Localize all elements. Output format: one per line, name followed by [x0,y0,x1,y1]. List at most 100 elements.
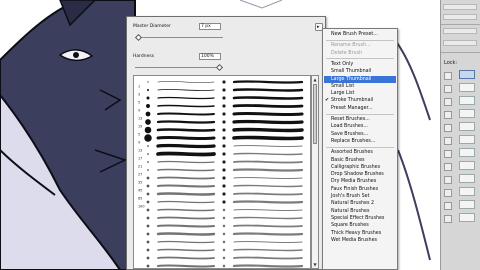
menu-item-josh-s-brush-set[interactable]: Josh's Brush Set [324,193,396,200]
menu-item-basic-brushes[interactable]: Basic Brushes [324,157,396,164]
menu-separator [326,39,394,41]
layer-visibility-toggle[interactable] [444,202,452,210]
menu-item-natural-brushes-2[interactable]: Natural Brushes 2 [324,200,396,207]
brush-stroke-preview [157,200,215,204]
menu-item-dry-media-brushes[interactable]: Dry Media Brushes [324,178,396,185]
menu-item-label: Faux Finish Brushes [331,186,379,192]
layer-visibility-toggle[interactable] [444,176,452,184]
layer-visibility-toggle[interactable] [444,137,452,145]
brush-stroke-preview [157,81,215,83]
layer-thumbnail[interactable] [459,122,475,131]
layer-visibility-toggle[interactable] [444,215,452,223]
layer-thumbnail[interactable] [459,213,475,222]
menu-item-new-brush-preset[interactable]: New Brush Preset... [324,31,396,38]
menu-item-rename-brush[interactable]: Rename Brush... [324,42,396,49]
menu-item-small-thumbnail[interactable]: Small Thumbnail [324,68,396,75]
menu-item-replace-brushes[interactable]: Replace Brushes... [324,138,396,145]
brush-tip-preview [222,120,226,124]
brush-tip-preview [146,176,150,180]
menu-item-label: Text Only [331,61,354,67]
layer-thumbnail[interactable] [459,148,475,157]
layer-thumbnail[interactable] [459,70,475,79]
brush-size-label: 5 [138,101,140,105]
layer-thumbnail[interactable] [459,135,475,144]
menu-item-label: Wet Media Brushes [331,237,378,243]
layer-visibility-toggle[interactable] [444,189,452,197]
menu-item-stroke-thumbnail[interactable]: Stroke Thumbnail ✔ [324,97,396,104]
menu-item-small-list[interactable]: Small List [324,83,396,90]
master-diameter-field[interactable]: 7 px [199,23,221,30]
menu-item-reset-brushes[interactable]: Reset Brushes... [324,116,396,123]
layer-thumbnail[interactable] [459,200,475,209]
brush-list-scrollbar[interactable]: ▲ ▼ [311,75,319,269]
brush-tip-preview [147,81,149,83]
brush-tip-preview [222,248,226,252]
dock-option-bar[interactable] [443,40,477,46]
brush-stroke-preview [232,127,304,133]
brush-stroke-preview [157,112,215,116]
menu-item-faux-finish-brushes[interactable]: Faux Finish Brushes [324,186,396,193]
menu-item-square-brushes[interactable]: Square Brushes [324,222,396,229]
brush-stroke-preview [233,248,303,252]
menu-item-label: Load Brushes... [331,124,368,130]
menu-item-calligraphic-brushes[interactable]: Calligraphic Brushes [324,164,396,171]
brush-tip-preview [146,248,150,252]
scroll-up-icon[interactable]: ▲ [312,76,318,83]
hardness-field[interactable]: 100% [199,53,221,60]
brush-tip-preview [222,152,226,156]
hardness-slider-track[interactable] [135,67,223,68]
menu-item-save-brushes[interactable]: Save Brushes... [324,131,396,138]
menu-item-natural-brushes[interactable]: Natural Brushes [324,208,396,215]
brush-stroke-preview [233,184,303,188]
menu-item-wet-media-brushes[interactable]: Wet Media Brushes [324,237,396,244]
dock-tab-bar[interactable] [443,28,477,34]
menu-item-load-brushes[interactable]: Load Brushes... [324,123,396,130]
brush-tip-preview [146,88,150,92]
menu-item-preset-manager[interactable]: Preset Manager... [324,105,396,112]
brush-stroke-preview [232,135,304,141]
brush-row: 45 [138,184,303,193]
menu-item-special-effect-brushes[interactable]: Special Effect Brushes [324,215,396,222]
brush-stroke-preview [157,240,215,244]
brush-size-label: 17 [138,157,142,161]
layer-visibility-toggle[interactable] [444,163,452,171]
layer-visibility-toggle[interactable] [444,85,452,93]
layer-visibility-toggle[interactable] [444,150,452,158]
menu-item-text-only[interactable]: Text Only [324,61,396,68]
brush-row [146,208,303,212]
master-diameter-slider-thumb[interactable] [134,33,143,42]
brush-stroke-preview [232,104,304,108]
menu-item-assorted-brushes[interactable]: Assorted Brushes [324,149,396,156]
dock-header-bar[interactable] [443,4,477,10]
menu-item-large-thumbnail[interactable]: Large Thumbnail [324,75,396,83]
layer-visibility-toggle[interactable] [444,111,452,119]
menu-item-label: Small List [331,83,355,89]
master-diameter-slider-track[interactable] [135,37,223,38]
layer-thumbnail[interactable] [459,83,475,92]
brush-row [146,224,303,228]
brush-stroke-preview [233,240,303,244]
brush-tip-preview [222,224,226,228]
brush-tip-preview [222,144,226,148]
layer-thumbnail[interactable] [459,161,475,170]
scrollbar-thumb[interactable] [313,84,317,144]
scroll-down-icon[interactable]: ▼ [312,261,318,268]
layer-visibility-toggle[interactable] [444,124,452,132]
layer-visibility-toggle[interactable] [444,98,452,106]
layer-thumbnail[interactable] [459,187,475,196]
brush-stroke-preview [157,96,215,100]
menu-item-drop-shadow-brushes[interactable]: Drop Shadow Brushes [324,171,396,178]
layer-thumbnail[interactable] [459,109,475,118]
menu-item-large-list[interactable]: Large List [324,90,396,97]
brush-thumbnail-list[interactable]: 1 3 5 9 13 19 5 9 13 17 21 27 35 45 65 100 [133,75,311,269]
menu-item-thick-heavy-brushes[interactable]: Thick Heavy Brushes [324,230,396,237]
layer-thumbnail[interactable] [459,174,475,183]
hardness-slider-thumb[interactable] [215,63,224,72]
brush-tip-preview [222,184,226,188]
layer-thumbnail[interactable] [459,96,475,105]
brush-stroke-preview [157,168,215,172]
layer-visibility-toggle[interactable] [444,72,452,80]
dock-tab-bar[interactable] [443,14,477,20]
brush-tip-preview [222,256,226,260]
menu-item-delete-brush[interactable]: Delete Brush [324,50,396,57]
